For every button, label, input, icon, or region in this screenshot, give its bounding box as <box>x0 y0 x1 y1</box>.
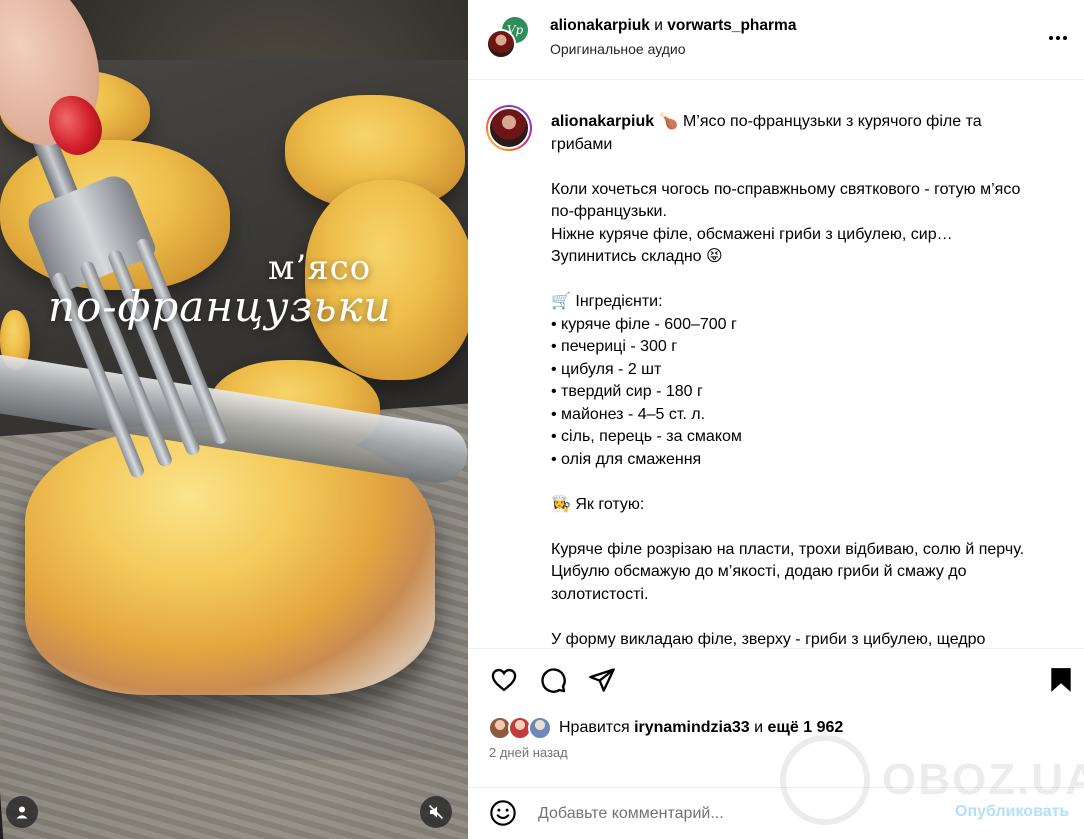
collaborator-link[interactable]: vorwarts_pharma <box>667 17 796 34</box>
liker-avatars[interactable] <box>488 715 554 741</box>
liker-link[interactable]: irynamindzia33 <box>634 719 750 736</box>
audio-link[interactable]: Оригинальное аудио <box>550 41 686 57</box>
mute-icon <box>428 804 444 820</box>
author-avatar <box>486 29 516 59</box>
post-date[interactable]: 2 дней назад <box>489 745 568 760</box>
collab-avatars[interactable]: Vp <box>486 15 534 63</box>
caption-area: alionakarpiuk 🍗 М’ясо по-французьки з ку… <box>468 81 1084 648</box>
comment-button[interactable] <box>536 663 570 697</box>
more-icon <box>1049 36 1067 40</box>
collab-names: alionakarpiuk и vorwarts_pharma <box>550 17 796 35</box>
user-icon <box>16 806 28 819</box>
post-header: Vp alionakarpiuk и vorwarts_pharma Ориги… <box>468 0 1084 80</box>
conjunction: и <box>654 17 663 34</box>
caption-text: alionakarpiuk 🍗 М’ясо по-французьки з ку… <box>551 111 1041 648</box>
heart-icon <box>491 668 517 692</box>
overlay-line-2: по-французьки <box>48 282 392 331</box>
watermark: OBOZ.UA <box>780 735 1084 825</box>
bookmark-icon <box>1051 668 1071 692</box>
post-media[interactable]: м’ясо по-французьки <box>0 0 468 839</box>
watermark-text: OBOZ.UA <box>882 755 1084 804</box>
mute-button[interactable] <box>420 796 452 828</box>
likes-count[interactable]: ещё 1 962 <box>768 719 844 736</box>
user-tag-button[interactable] <box>6 796 38 828</box>
action-bar <box>468 648 1084 713</box>
likes-conjunction: и <box>754 719 764 736</box>
post-details: Vp alionakarpiuk и vorwarts_pharma Ориги… <box>468 0 1084 839</box>
save-button[interactable] <box>1044 663 1078 697</box>
caption-body: 🍗 М’ясо по-французьки з курячого філе та… <box>551 113 1025 648</box>
avatar <box>528 716 552 740</box>
send-icon <box>589 668 615 692</box>
share-button[interactable] <box>585 663 619 697</box>
author-link[interactable]: alionakarpiuk <box>550 17 650 34</box>
more-options-button[interactable] <box>1046 26 1070 50</box>
like-button[interactable] <box>487 663 521 697</box>
globe-icon <box>780 735 870 825</box>
caption-username[interactable]: alionakarpiuk <box>551 113 654 130</box>
emoji-icon <box>490 800 516 826</box>
emoji-button[interactable] <box>488 798 518 828</box>
comment-icon <box>541 668 566 693</box>
caption-avatar[interactable] <box>486 105 532 151</box>
likes-prefix: Нравится <box>559 719 630 736</box>
